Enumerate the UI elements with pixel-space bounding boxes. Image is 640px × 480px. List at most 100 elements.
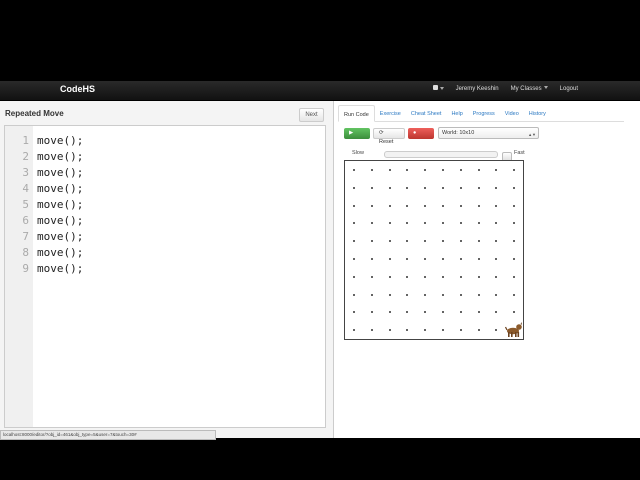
grid-dot [352, 222, 355, 225]
logout-link[interactable]: Logout [560, 86, 578, 92]
help-button[interactable]: ● Help [408, 127, 434, 147]
grid-dot [406, 168, 409, 171]
grid-dot [388, 186, 391, 189]
grid-dot [406, 204, 409, 207]
grid-dot [441, 275, 444, 278]
tab-exercise[interactable]: Exercise [375, 105, 406, 121]
code-line[interactable]: 4 move(); [5, 181, 323, 197]
grid-dot [459, 204, 462, 207]
grid-dot [441, 186, 444, 189]
grid-dot [424, 204, 427, 207]
grid-dot [388, 240, 391, 243]
grid-dot [495, 329, 498, 332]
line-number: 5 [22, 198, 29, 211]
grid-dot [495, 275, 498, 278]
world-select[interactable]: World: 10x10 ▲▼ [438, 127, 539, 139]
grid-dot [459, 168, 462, 171]
tab-run-code[interactable]: Run Code [338, 105, 375, 122]
fast-label: Fast [514, 150, 525, 156]
grid-dot [352, 311, 355, 314]
grid-dot [424, 293, 427, 296]
grid-dot [424, 240, 427, 243]
grid-dot [406, 240, 409, 243]
code-line[interactable]: 7 move(); [5, 229, 323, 245]
grid-dot [495, 311, 498, 314]
lock-icon[interactable] [432, 85, 444, 92]
tab-history[interactable]: History [524, 105, 551, 121]
grid-dot [441, 257, 444, 260]
chevron-down-icon [439, 86, 444, 90]
app-area: Repeated Move Next 1 move(); 2 move(); 3 move… [0, 101, 640, 438]
grid-dot [424, 311, 427, 314]
line-number: 7 [22, 230, 29, 243]
grid-dot [513, 257, 516, 260]
grid-dot [370, 329, 373, 332]
tab-video[interactable]: Video [500, 105, 524, 121]
select-arrows-icon: ▲▼ [528, 132, 536, 137]
grid-dot [388, 222, 391, 225]
grid-dot [459, 275, 462, 278]
grid-dot [424, 186, 427, 189]
code-line[interactable]: 8 move(); [5, 245, 323, 261]
grid-dot [477, 329, 480, 332]
grid-dot [352, 293, 355, 296]
grid-dot [441, 329, 444, 332]
grid-dot [370, 204, 373, 207]
chevron-down-icon [543, 86, 548, 90]
code-line[interactable]: 3 move(); [5, 165, 323, 181]
tab-help[interactable]: Help [446, 105, 467, 121]
grid-dot [406, 222, 409, 225]
grid-dot [370, 168, 373, 171]
code-text: move(); [37, 166, 84, 179]
grid-dot [424, 329, 427, 332]
grid-dot [495, 204, 498, 207]
grid-dot [513, 275, 516, 278]
user-name[interactable]: Jeremy Keeshin [456, 86, 499, 92]
run-button[interactable]: ▶ Run! [344, 127, 370, 147]
grid-dot [406, 275, 409, 278]
grid-dot [388, 275, 391, 278]
grid-dot [406, 186, 409, 189]
grid-dot [388, 311, 391, 314]
tab-progress[interactable]: Progress [468, 105, 500, 121]
speed-control: Slow Fast [346, 149, 532, 162]
grid-dot [495, 257, 498, 260]
code-text: move(); [37, 262, 84, 275]
code-text: move(); [37, 246, 84, 259]
code-line[interactable]: 9 move(); [5, 261, 323, 277]
grid-dot [513, 222, 516, 225]
grid-dot [424, 168, 427, 171]
tab-cheat-sheet[interactable]: Cheat Sheet [406, 105, 447, 121]
grid-dot [352, 186, 355, 189]
grid-dot [352, 257, 355, 260]
my-classes-menu[interactable]: My Classes [511, 86, 548, 92]
grid-dot [352, 275, 355, 278]
grid-dot [388, 257, 391, 260]
code-line[interactable]: 5 move(); [5, 197, 323, 213]
run-panel: Run Code Exercise Cheat Sheet Help Progress V… [334, 101, 640, 438]
grid-dot [424, 275, 427, 278]
grid-dot [370, 311, 373, 314]
grid-dot [459, 240, 462, 243]
grid-dot [495, 186, 498, 189]
panel-tabs: Run Code Exercise Cheat Sheet Help Progress V… [338, 105, 624, 122]
code-line[interactable]: 2 move(); [5, 149, 323, 165]
grid-dot [370, 240, 373, 243]
grid-dot [477, 222, 480, 225]
refresh-icon: ⟳ [379, 129, 384, 136]
grid-dot [513, 293, 516, 296]
grid-dot [495, 222, 498, 225]
speed-slider[interactable] [384, 151, 512, 162]
reset-button[interactable]: ⟳ Reset [373, 127, 405, 145]
code-editor[interactable]: 1 move(); 2 move(); 3 move(); 4 move(); 5 move();… [4, 125, 326, 428]
code-line[interactable]: 1 move(); [5, 133, 323, 149]
help-icon: ● [413, 129, 417, 136]
control-row: ▶ Run! ⟳ Reset ● Help World: 10x10 ▲▼ [344, 127, 539, 147]
brand-logo[interactable]: CodeHS [60, 84, 95, 94]
grid-dot [513, 204, 516, 207]
code-line[interactable]: 6 move(); [5, 213, 323, 229]
grid-dot [459, 257, 462, 260]
grid-dot [370, 222, 373, 225]
next-button[interactable]: Next [299, 108, 324, 122]
grid-dot [459, 186, 462, 189]
